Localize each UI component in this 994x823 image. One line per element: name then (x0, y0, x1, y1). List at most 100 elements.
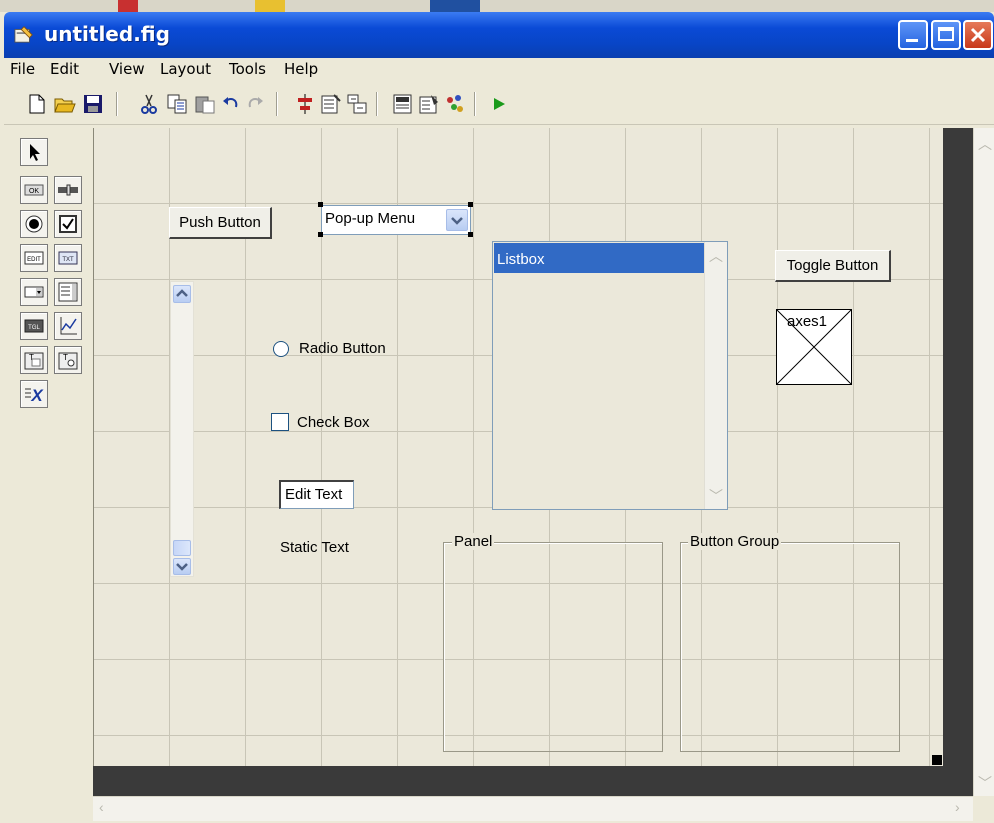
scroll-down-icon[interactable]: ﹀ (978, 773, 992, 793)
save-icon[interactable] (82, 93, 104, 115)
figure-bottom-border (93, 766, 943, 796)
slider-up-button[interactable] (173, 285, 191, 303)
svg-text:X: X (30, 386, 44, 404)
open-icon[interactable] (54, 93, 76, 115)
listbox-tool[interactable] (54, 278, 82, 306)
menu-layout[interactable]: Layout (160, 60, 211, 78)
close-button[interactable] (963, 20, 993, 50)
panel-title: Panel (452, 533, 495, 550)
menu-file[interactable]: File (10, 60, 35, 78)
figure-right-border (943, 128, 973, 796)
listbox-tool-icon (58, 282, 78, 302)
listbox-item[interactable]: Listbox (494, 243, 704, 273)
redo-icon[interactable] (244, 93, 266, 115)
menu-view[interactable]: View (109, 60, 145, 78)
vertical-scrollbar[interactable]: ︿ ﹀ (973, 128, 994, 796)
align-icon[interactable] (294, 93, 316, 115)
toggle-button[interactable]: Toggle Button (775, 250, 891, 282)
menu-help[interactable]: Help (284, 60, 318, 78)
slider-tool[interactable] (54, 176, 82, 204)
chevron-down-icon (176, 563, 188, 571)
slider-down-button[interactable] (173, 558, 191, 575)
check-box-square[interactable] (271, 413, 289, 431)
popup-menu[interactable]: Pop-up Menu (321, 205, 471, 235)
object-browser-icon[interactable] (444, 93, 466, 115)
panel-tool[interactable]: T (20, 346, 48, 374)
tab-order-icon[interactable] (346, 93, 368, 115)
panel-tool-icon: T (24, 352, 44, 370)
copy-icon[interactable] (166, 93, 188, 115)
check-box-tool[interactable] (54, 210, 82, 238)
selection-handle[interactable] (318, 202, 323, 207)
activex-control-tool-icon: X (25, 386, 44, 404)
svg-text:T: T (63, 353, 68, 362)
popup-menu-tool[interactable] (20, 278, 48, 306)
title-bar[interactable]: untitled.fig (4, 12, 994, 58)
check-box[interactable]: Check Box (271, 413, 471, 437)
radio-button-tool-icon (25, 215, 43, 233)
vertical-slider[interactable] (170, 281, 194, 577)
static-text-tool[interactable]: TXT (54, 244, 82, 272)
select-tool-icon (30, 144, 40, 161)
taskbar-fragment (118, 0, 138, 12)
figure-resize-handle[interactable] (932, 755, 942, 765)
close-icon (970, 27, 986, 43)
paste-icon[interactable] (194, 93, 216, 115)
scroll-right-icon[interactable]: › (955, 799, 960, 815)
menu-editor-icon[interactable] (320, 93, 342, 115)
toggle-button-tool[interactable]: TGL (20, 312, 48, 340)
popup-menu-label: Pop-up Menu (325, 210, 416, 227)
component-palette: OK EDIT TXT TGL T T X (12, 128, 92, 818)
popup-menu-dropdown[interactable] (446, 209, 468, 231)
radio-button-tool[interactable] (20, 210, 48, 238)
listbox-scrollbar[interactable]: ︿ ﹀ (704, 242, 727, 509)
taskbar-fragment (430, 0, 480, 12)
slider-thumb[interactable] (173, 540, 191, 556)
check-box-label: Check Box (297, 414, 370, 431)
selection-handle[interactable] (468, 232, 473, 237)
radio-circle[interactable] (273, 341, 289, 357)
static-text: Static Text (280, 539, 349, 556)
svg-text:OK: OK (29, 188, 39, 195)
push-button[interactable]: Push Button (169, 207, 272, 239)
toolbar-separator (376, 92, 378, 116)
new-icon[interactable] (26, 93, 48, 115)
selection-handle[interactable] (318, 232, 323, 237)
chevron-up-icon[interactable]: ︿ (709, 246, 723, 266)
svg-text:TXT: TXT (62, 257, 74, 263)
radio-button[interactable]: Radio Button (273, 339, 473, 361)
cut-icon[interactable] (138, 93, 160, 115)
slider-tool-icon (58, 184, 78, 196)
menu-tools[interactable]: Tools (229, 60, 266, 78)
property-inspector-icon[interactable] (418, 93, 440, 115)
button-group-tool[interactable]: T (54, 346, 82, 374)
push-button-tool[interactable]: OK (20, 176, 48, 204)
button-group[interactable] (680, 542, 900, 752)
scroll-up-icon[interactable]: ︿ (978, 134, 992, 154)
minimize-icon (906, 39, 918, 42)
mfile-editor-icon[interactable] (392, 93, 414, 115)
panel[interactable] (443, 542, 663, 752)
activex-control-tool[interactable]: X (20, 380, 48, 408)
push-button-tool-icon: OK (24, 184, 44, 196)
svg-text:TGL: TGL (28, 325, 40, 331)
minimize-button[interactable] (898, 20, 928, 50)
axes[interactable]: axes1 (776, 309, 852, 385)
scroll-left-icon[interactable]: ‹ (99, 799, 104, 815)
axes-tool-icon (60, 317, 77, 335)
select-tool[interactable] (20, 138, 48, 166)
menu-edit[interactable]: Edit (50, 60, 79, 78)
maximize-button[interactable] (931, 20, 961, 50)
edit-text[interactable]: Edit Text (279, 480, 354, 509)
chevron-down-icon[interactable]: ﹀ (709, 486, 723, 506)
selection-handle[interactable] (468, 202, 473, 207)
axes-label: axes1 (787, 313, 828, 330)
run-icon[interactable] (488, 93, 510, 115)
horizontal-scrollbar[interactable]: ‹ › (93, 796, 973, 821)
listbox[interactable]: Listbox ︿ ﹀ (492, 241, 728, 510)
undo-icon[interactable] (220, 93, 242, 115)
edit-text-tool[interactable]: EDIT (20, 244, 48, 272)
axes-tool[interactable] (54, 312, 82, 340)
toggle-button-tool-icon: TGL (24, 319, 44, 333)
chevron-up-icon (176, 289, 188, 297)
